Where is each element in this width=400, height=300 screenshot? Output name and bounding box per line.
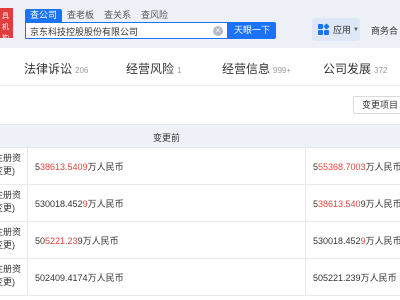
- logo-line: 机构: [2, 24, 9, 38]
- change-item-line: 注册资: [0, 264, 22, 274]
- value-part: 万人民币: [360, 273, 397, 283]
- tab-company[interactable]: 查公司: [25, 9, 63, 23]
- tab-relation[interactable]: 查关系: [99, 9, 136, 23]
- change-item-line: 变更): [0, 277, 15, 287]
- change-item-line: 注册资: [0, 190, 22, 200]
- change-item-cell: 注册资 变更): [0, 226, 27, 252]
- after-value-cell: 555368.7003万人民币: [313, 160, 400, 173]
- business-cooperation-link[interactable]: 商务合: [371, 24, 398, 37]
- table-row: 注册资 变更) 530018.4529万人民币 538613.5409万人民币: [0, 185, 400, 222]
- value-part: 9万人民币: [77, 236, 119, 246]
- top-header: 具 机构 查公司 查老板 查关系 查风险 京东科技控股股份有限公司 × 天眼一下…: [0, 0, 400, 48]
- search-button[interactable]: 天眼一下: [228, 22, 276, 39]
- table-toolbar: 变更项目: [0, 86, 400, 124]
- table-row: 注册资 变更) 538613.5409万人民币 555368.7003万人民币: [0, 148, 400, 185]
- table-row: 注册资 变更) 505221.239万人民币 530018.4529万人民币: [0, 222, 400, 259]
- after-value-cell: 530018.4529万人民币: [313, 234, 400, 247]
- tab-label: 法律诉讼: [24, 62, 73, 76]
- value-part: 万人民币: [365, 236, 400, 246]
- value-part: 万人民币: [365, 162, 400, 172]
- logo-line: 具: [2, 13, 9, 20]
- change-item-cell: 注册资 变更): [0, 263, 27, 289]
- value-part: 50: [35, 236, 46, 246]
- before-value-cell: 530018.4529万人民币: [35, 197, 124, 210]
- value-diff-highlight: 38613.5409: [40, 162, 88, 172]
- apps-label: 应用: [333, 25, 352, 35]
- tab-company-development[interactable]: 公司发展 372: [323, 60, 387, 78]
- change-item-line: 变更): [0, 240, 15, 250]
- search-type-tabs: 查公司 查老板 查关系 查风险: [25, 9, 173, 23]
- value-part: 9万人民币: [360, 199, 400, 209]
- tab-count: 206: [75, 66, 89, 75]
- change-records-table: 变更前 注册资 变更) 538613.5409万人民币 555368.7003万…: [0, 124, 400, 300]
- change-item-line: 变更): [0, 166, 15, 176]
- value-part: 505221.239: [313, 273, 361, 283]
- tab-operating-info[interactable]: 经营信息 999+: [222, 60, 291, 78]
- search-clear-icon[interactable]: ×: [213, 26, 223, 36]
- tab-count: 1: [177, 66, 182, 75]
- search-input-value: 京东科技控股股份有限公司: [30, 27, 139, 37]
- value-part: 万人民币: [87, 199, 124, 209]
- change-item-cell: 注册资 变更): [0, 152, 27, 178]
- before-value-cell: 538613.5409万人民币: [35, 160, 124, 173]
- tab-operating-risk[interactable]: 经营风险 1: [126, 60, 181, 78]
- apps-dropdown-button[interactable]: 应用 ▼: [312, 18, 360, 41]
- value-diff-highlight: 38613.540: [318, 199, 361, 209]
- tab-label: 经营信息: [222, 62, 271, 76]
- tab-label: 经营风险: [126, 62, 175, 76]
- table-header: 变更前: [0, 124, 400, 148]
- change-item-line: 变更): [0, 203, 15, 213]
- table-row: 注册资 变更) 502409.4174万人民币 505221.239万人民币: [0, 259, 400, 296]
- change-item-line: 注册资: [0, 153, 22, 163]
- tab-count: 372: [374, 66, 388, 75]
- before-value-cell: 502409.4174万人民币: [35, 271, 124, 284]
- tab-label: 公司发展: [323, 62, 372, 76]
- tab-boss[interactable]: 查老板: [62, 9, 99, 23]
- value-part: 万人民币: [87, 162, 124, 172]
- chevron-down-icon: ▼: [353, 26, 359, 33]
- value-diff-highlight: 5221.23: [45, 236, 78, 246]
- value-part: 530018.452: [313, 236, 361, 246]
- change-item-line: 注册资: [0, 227, 22, 237]
- value-diff-highlight: 55368.7003: [318, 162, 366, 172]
- tab-count: 999+: [273, 66, 292, 75]
- value-part: 万人民币: [87, 273, 124, 283]
- before-value-cell: 505221.239万人民币: [35, 234, 119, 247]
- logo[interactable]: 具 机构: [0, 8, 13, 38]
- change-item-select[interactable]: 变更项目: [353, 96, 400, 114]
- tab-risk[interactable]: 查风险: [136, 9, 173, 23]
- after-value-cell: 538613.5409万人民币: [313, 197, 400, 210]
- value-part: 530018.452: [35, 199, 83, 209]
- search-input[interactable]: 京东科技控股股份有限公司 ×: [25, 22, 228, 39]
- section-nav: 法律诉讼 206 经营风险 1 经营信息 999+ 公司发展 372: [0, 48, 400, 86]
- after-value-cell: 505221.239万人民币: [313, 271, 397, 284]
- apps-grid-icon: [318, 23, 330, 35]
- value-part: 502409.4174: [35, 273, 88, 283]
- column-header-before: 变更前: [153, 133, 181, 143]
- tab-legal-litigation[interactable]: 法律诉讼 206: [24, 60, 88, 78]
- change-item-cell: 注册资 变更): [0, 189, 27, 215]
